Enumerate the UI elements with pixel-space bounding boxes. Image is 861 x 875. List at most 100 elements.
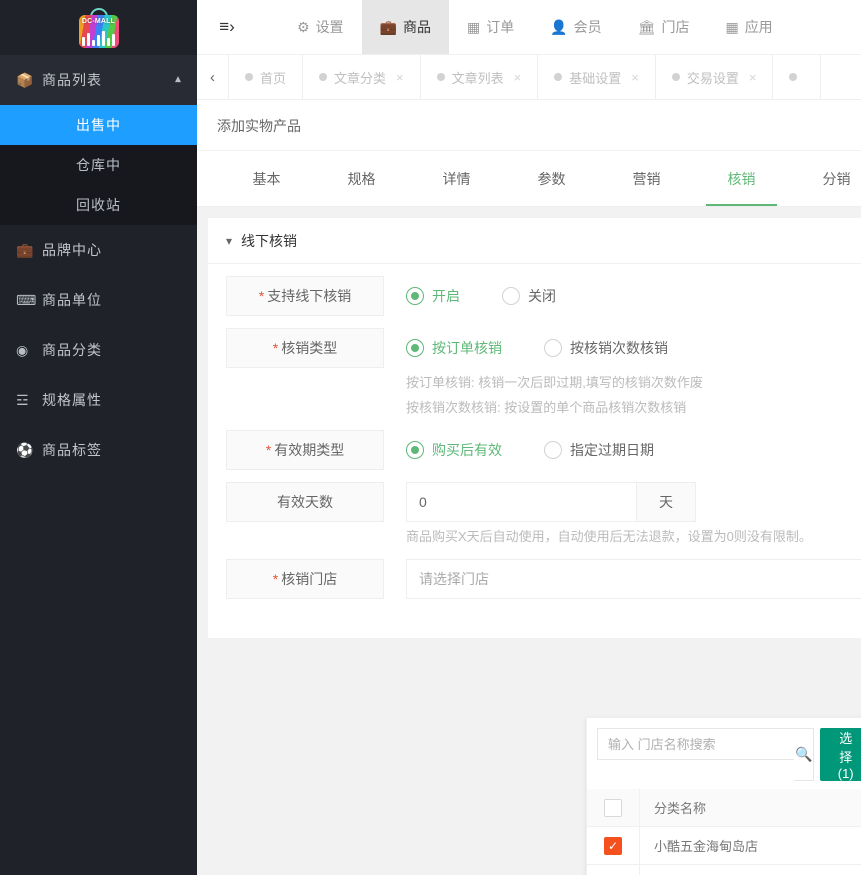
tab-marketing[interactable]: 营销 xyxy=(599,151,694,206)
table-row[interactable]: 小酷五金金盘店 xyxy=(587,864,861,875)
sidebar-item-warehouse[interactable]: 仓库中 xyxy=(0,145,197,185)
sidebar-item-product-tags[interactable]: ⚽ 商品标签 xyxy=(0,425,197,475)
tab-distribution[interactable]: 分销 xyxy=(789,151,861,206)
radio-valid-after-purchase[interactable]: 购买后有效 xyxy=(406,440,502,460)
topnav-label: 订单 xyxy=(486,19,515,35)
radio-circle-icon xyxy=(406,339,424,357)
valid-days-input-group: 天 xyxy=(406,482,696,522)
sidebar-item-product-category[interactable]: ◉ 商品分类 xyxy=(0,325,197,375)
tab-details[interactable]: 详情 xyxy=(409,151,504,206)
store-name: 小酷五金金盘店 xyxy=(640,865,861,875)
sidebar-item-on-sale[interactable]: 出售中 xyxy=(0,105,197,145)
store-search-input[interactable] xyxy=(597,728,794,760)
window-tab-label: 基础设置 xyxy=(569,70,622,86)
topnav-item-products[interactable]: 💼 商品 xyxy=(361,0,449,54)
user-icon: 👤 xyxy=(550,18,568,35)
logo-bars-icon xyxy=(81,30,116,46)
window-tab-partial[interactable] xyxy=(773,55,822,99)
sidebar-item-recycle-bin[interactable]: 回收站 xyxy=(0,185,197,225)
row-checkbox-cell xyxy=(587,827,640,864)
brand-logo[interactable]: DC-MALL xyxy=(0,0,197,55)
topnav-label: 门店 xyxy=(661,19,690,35)
close-icon[interactable]: × xyxy=(631,70,639,85)
window-tab-basic-settings[interactable]: 基础设置 × xyxy=(538,55,656,99)
radio-specify-expiry-date[interactable]: 指定过期日期 xyxy=(544,440,654,460)
topnav-label: 会员 xyxy=(573,19,602,35)
tab-dot-icon xyxy=(789,73,798,81)
close-icon[interactable]: × xyxy=(396,70,404,85)
topnav-item-apps[interactable]: ▦ 应用 xyxy=(707,0,790,54)
header-checkbox-cell xyxy=(587,789,640,826)
topnav-item-stores[interactable]: 🏛 门店 xyxy=(620,0,708,54)
panel-title: 线下核销 xyxy=(241,232,298,249)
radio-label: 关闭 xyxy=(528,288,556,304)
label-text: 支持线下核销 xyxy=(267,288,352,304)
sidebar-item-label: 品牌中心 xyxy=(42,242,102,258)
sidebar-item-product-unit[interactable]: ⌨ 商品单位 xyxy=(0,275,197,325)
briefcase-icon: 💼 xyxy=(16,241,34,258)
helper-verify-type-line1: 按订单核销: 核销一次后即过期,填写的核销次数作废 xyxy=(406,375,703,390)
label-text: 核销门店 xyxy=(281,571,338,587)
store-confirm-button[interactable]: 选择(1) xyxy=(820,728,861,781)
apps-icon: ▦ xyxy=(725,18,739,35)
layers-icon: ☲ xyxy=(16,391,29,408)
store-name: 小酷五金海甸岛店 xyxy=(640,827,861,864)
tab-spec[interactable]: 规格 xyxy=(314,151,409,206)
tab-dot-icon xyxy=(671,73,680,81)
field-row-support-offline: * 支持线下核销 开启 关闭 xyxy=(208,264,861,316)
radio-circle-icon xyxy=(502,287,520,305)
required-marker: * xyxy=(258,288,265,304)
window-tab-label: 文章分类 xyxy=(334,70,387,86)
valid-days-unit: 天 xyxy=(636,482,696,522)
select-all-checkbox[interactable] xyxy=(604,798,622,817)
store-select-trigger[interactable]: 请选择门店 xyxy=(406,559,861,599)
radio-label: 按订单核销 xyxy=(432,340,502,356)
sidebar-group-product-list[interactable]: 📦 商品列表 ▾ xyxy=(0,55,197,105)
sidebar-item-spec-attributes[interactable]: ☲ 规格属性 xyxy=(0,375,197,425)
menu-collapse-icon[interactable]: ≡› xyxy=(197,0,257,54)
search-icon[interactable]: 🔍 xyxy=(794,728,815,781)
radio-support-offline-off[interactable]: 关闭 xyxy=(502,286,556,306)
helper-verify-type-line2: 按核销次数核销: 按设置的单个商品核销次数核销 xyxy=(406,400,687,415)
radio-circle-icon xyxy=(544,339,562,357)
sidebar-item-brand-center[interactable]: 💼 品牌中心 xyxy=(0,225,197,275)
close-icon[interactable]: × xyxy=(514,70,522,85)
sidebar-item-label: 规格属性 xyxy=(42,392,102,408)
tab-verification[interactable]: 核销 xyxy=(694,151,789,206)
window-tab-label: 文章列表 xyxy=(451,70,504,86)
dc-mall-logo-icon: DC-MALL xyxy=(77,7,121,48)
chevron-up-icon[interactable]: ▾ xyxy=(175,73,181,87)
window-tab-trade-settings[interactable]: 交易设置 × xyxy=(656,55,774,99)
window-tab-article-category[interactable]: 文章分类 × xyxy=(303,55,421,99)
topnav-item-orders[interactable]: ▦ 订单 xyxy=(449,0,532,54)
tab-dot-icon xyxy=(245,73,253,81)
form-tab-bar: 基本 规格 详情 参数 营销 核销 分销 xyxy=(197,151,861,207)
field-row-valid-days: 有效天数 天 xyxy=(208,470,861,522)
tab-params[interactable]: 参数 xyxy=(504,151,599,206)
required-marker: * xyxy=(272,340,279,356)
store-picker-body: 🔍 选择(1) 分类名称 xyxy=(587,718,861,875)
radio-circle-icon xyxy=(406,441,424,459)
row-checkbox[interactable] xyxy=(604,836,622,855)
category-icon: ◉ xyxy=(16,341,29,358)
window-tab-label: 交易设置 xyxy=(686,70,739,86)
panel-header-offline-verification[interactable]: ▾ 线下核销 xyxy=(208,218,861,264)
topnav: ⚙ 设置 💼 商品 ▦ 订单 👤 会员 🏛 门店 ▦ 应用 xyxy=(279,0,791,54)
radio-verify-by-order[interactable]: 按订单核销 xyxy=(406,338,502,358)
page-title: 添加实物产品 xyxy=(197,100,861,151)
window-tab-article-list[interactable]: 文章列表 × xyxy=(421,55,539,99)
window-tab-home[interactable]: 首页 xyxy=(229,55,304,99)
tab-basic[interactable]: 基本 xyxy=(219,151,314,206)
content-area: 添加实物产品 基本 规格 详情 参数 营销 核销 分销 ▾ 线下核销 * 支持线… xyxy=(197,100,861,875)
table-row[interactable]: 小酷五金海甸岛店 xyxy=(587,826,861,865)
topnav-label: 商品 xyxy=(403,19,431,35)
chevron-left-icon[interactable]: ‹ xyxy=(197,55,229,99)
topnav-item-settings[interactable]: ⚙ 设置 xyxy=(279,0,362,54)
close-icon[interactable]: × xyxy=(749,70,757,85)
valid-days-input[interactable] xyxy=(406,482,636,522)
sidebar-item-label: 商品分类 xyxy=(42,342,102,358)
radio-circle-icon xyxy=(406,287,424,305)
topnav-item-members[interactable]: 👤 会员 xyxy=(532,0,619,54)
radio-support-offline-on[interactable]: 开启 xyxy=(406,286,460,306)
radio-verify-by-count[interactable]: 按核销次数核销 xyxy=(544,338,668,358)
